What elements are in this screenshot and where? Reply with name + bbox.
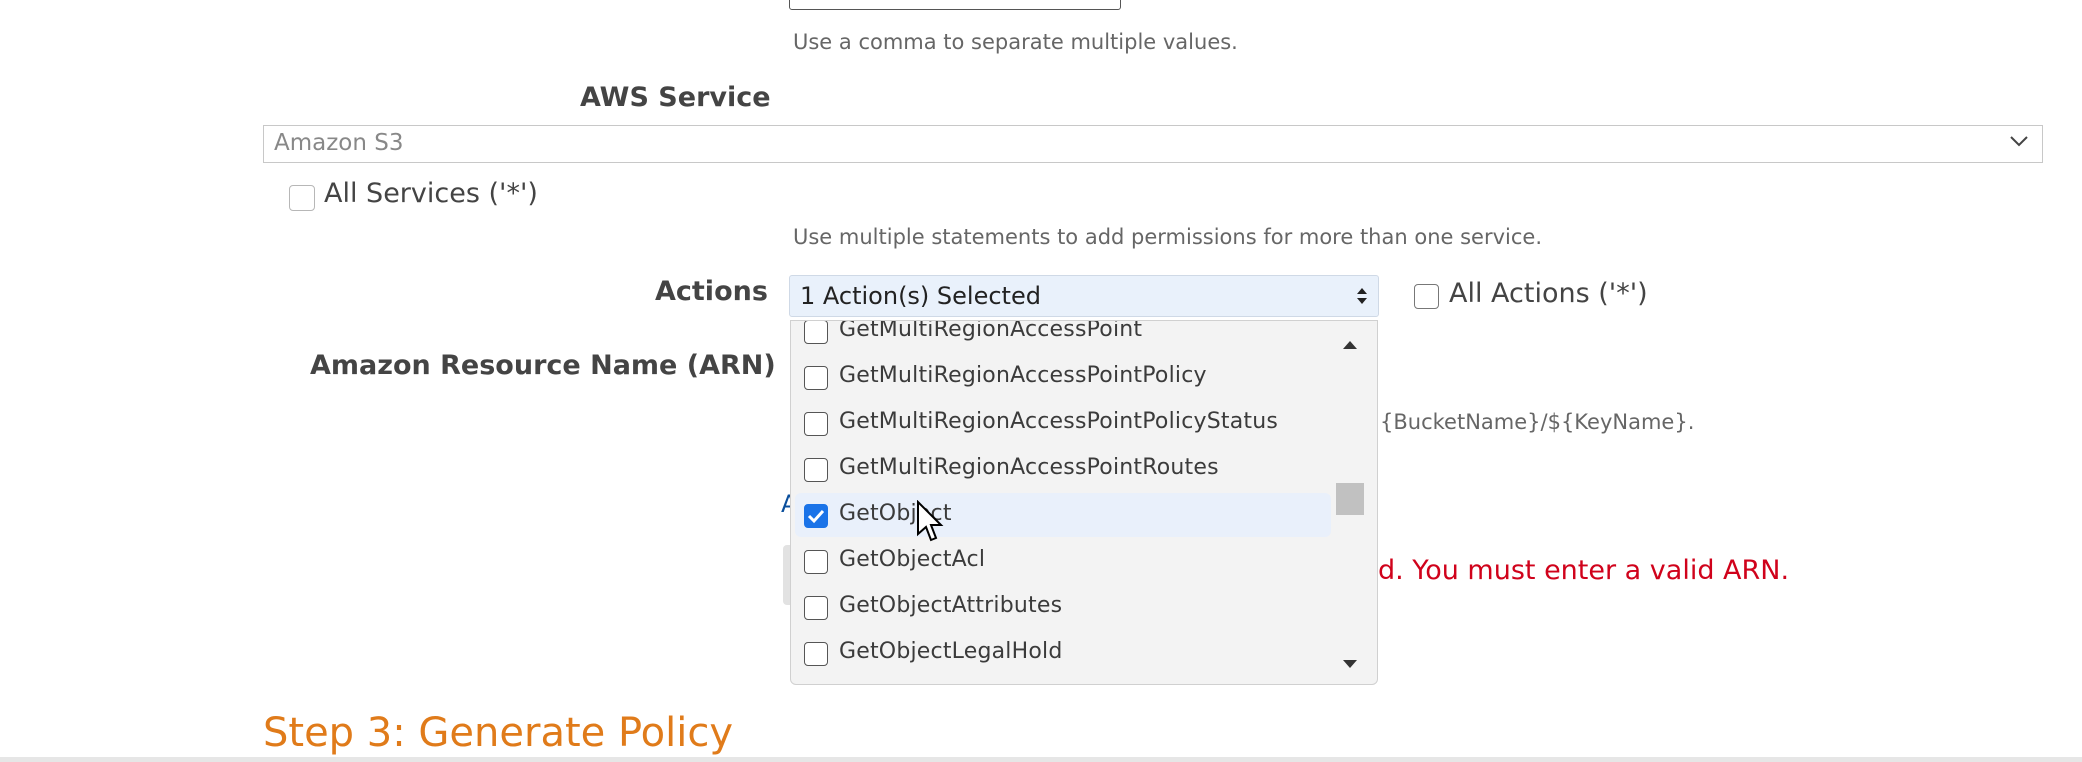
comma-hint: Use a comma to separate multiple values. [793,30,1238,54]
all-services-checkbox[interactable] [289,185,315,211]
aws-service-value: Amazon S3 [274,130,404,156]
action-checkbox[interactable] [804,642,828,666]
arn-error-message: d. You must enter a valid ARN. [1378,555,1790,586]
actions-selected-text: 1 Action(s) Selected [800,282,1041,310]
mouse-cursor-icon [917,500,944,542]
scroll-down-icon[interactable] [1343,660,1357,668]
aws-service-label: AWS Service [580,82,771,113]
scroll-up-icon[interactable] [1343,341,1357,349]
actions-label: Actions [655,276,768,307]
action-label: GetObjectAcl [839,547,986,572]
list-item-selected[interactable]: GetObject [795,493,1331,537]
action-checkbox[interactable] [804,458,828,482]
action-label: GetObjectAttributes [839,593,1063,618]
list-item[interactable]: GetMultiRegionAccessPointPolicy [791,355,1331,399]
action-label: GetMultiRegionAccessPointRoutes [839,455,1219,480]
action-checkbox[interactable] [804,596,828,620]
aws-service-select[interactable]: Amazon S3 [263,125,2043,163]
scroll-thumb[interactable] [1336,483,1364,515]
list-item[interactable]: GetMultiRegionAccessPointRoutes [791,447,1331,491]
policy-generator-page: Use a comma to separate multiple values.… [0,0,2082,762]
multiple-statements-hint: Use multiple statements to add permissio… [793,225,1542,249]
chevron-down-icon [2008,128,2030,163]
actions-dropdown-list[interactable]: GetMultiRegionAccessPoint GetMultiRegion… [790,320,1378,685]
condition-value-input[interactable] [789,0,1121,10]
list-item[interactable]: GetMultiRegionAccessPoint [791,320,1331,353]
action-label: GetMultiRegionAccessPointPolicy [839,363,1207,388]
action-checkbox[interactable] [804,321,828,344]
action-checkbox[interactable] [804,412,828,436]
actions-select[interactable]: 1 Action(s) Selected [789,275,1379,317]
action-checkbox[interactable] [804,366,828,390]
list-item[interactable]: GetMultiRegionAccessPointPolicyStatus [791,401,1331,445]
arn-format-hint: {BucketName}/${KeyName}. [1380,410,1695,434]
all-services-label: All Services ('*') [324,178,538,209]
arn-label: Amazon Resource Name (ARN) [310,350,776,381]
list-item[interactable]: GetObjectLegalHold [791,631,1331,675]
all-actions-label: All Actions ('*') [1449,278,1648,309]
action-checkbox[interactable] [804,550,828,574]
dropdown-scrollbar[interactable] [1333,325,1367,679]
bottom-divider [0,757,2082,762]
action-label: GetMultiRegionAccessPoint [839,320,1143,342]
action-label: GetMultiRegionAccessPointPolicyStatus [839,409,1279,434]
sort-arrows-icon [1357,288,1367,304]
checkmark-icon [807,509,825,524]
action-checkbox-checked[interactable] [804,504,828,528]
action-label: GetObjectLegalHold [839,639,1063,664]
list-item[interactable]: GetObjectAcl [791,539,1331,583]
list-item[interactable]: GetObjectAttributes [791,585,1331,629]
step3-heading: Step 3: Generate Policy [263,710,734,756]
all-actions-checkbox[interactable] [1414,284,1439,309]
